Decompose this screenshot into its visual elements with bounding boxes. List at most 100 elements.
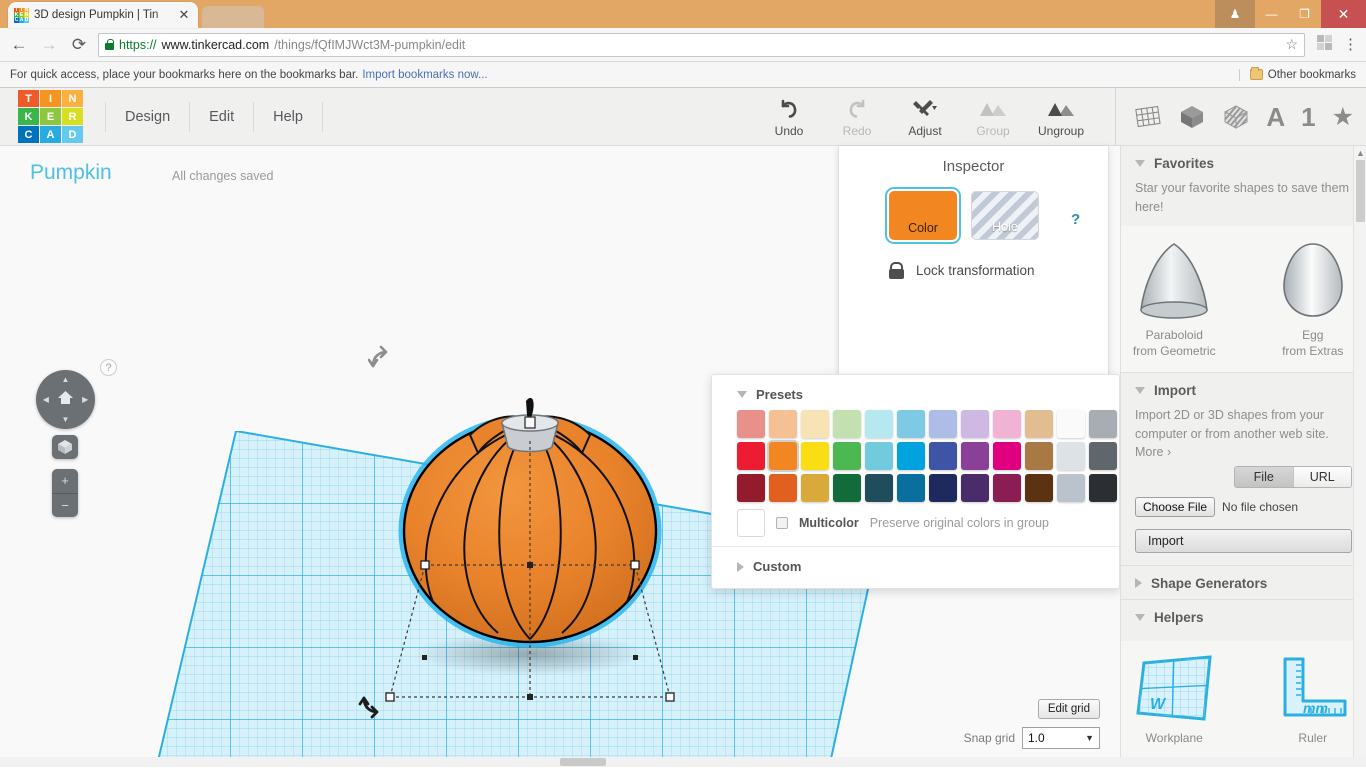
minimize-icon[interactable]: — (1255, 0, 1288, 28)
color-swatch[interactable] (769, 474, 797, 502)
color-swatch[interactable] (1089, 442, 1117, 470)
project-title[interactable]: Pumpkin (30, 161, 112, 185)
pan-down-icon[interactable]: ▼ (62, 415, 70, 424)
reload-icon[interactable]: ⟳ (68, 35, 90, 55)
pan-right-icon[interactable]: ▶ (82, 395, 88, 404)
color-swatch[interactable] (1057, 474, 1085, 502)
pan-up-icon[interactable]: ▲ (62, 375, 70, 384)
zoom-out-button[interactable]: − (52, 494, 78, 518)
inspector-help-icon[interactable]: ? (1071, 211, 1080, 228)
import-bookmarks-link[interactable]: Import bookmarks now... (362, 69, 487, 81)
extension-icon[interactable] (1313, 35, 1335, 55)
custom-header[interactable]: Custom (712, 547, 1119, 582)
group-button[interactable]: Group (959, 90, 1027, 144)
rotate-handle-bottom-icon[interactable] (358, 694, 382, 725)
browser-menu-icon[interactable]: ⋮ (1343, 40, 1358, 49)
address-bar[interactable]: https://www.tinkercad.com/things/fQfIMJW… (98, 33, 1305, 57)
undo-button[interactable]: Undo (755, 90, 823, 144)
redo-button[interactable]: Redo (823, 90, 891, 144)
color-swatch[interactable] (1089, 474, 1117, 502)
color-swatch[interactable] (993, 410, 1021, 438)
snap-grid-select[interactable]: 1.0 ▼ (1022, 727, 1100, 749)
striped-cube-icon[interactable] (1222, 103, 1250, 131)
new-tab-button[interactable] (202, 6, 264, 28)
shape-card-ruler[interactable]: mm Ruler (1246, 651, 1366, 753)
import-button[interactable]: Import (1135, 529, 1352, 553)
view-help-icon[interactable]: ? (100, 359, 117, 376)
color-swatch[interactable] (993, 474, 1021, 502)
import-section-header[interactable]: Import (1121, 373, 1366, 406)
back-arrow-icon[interactable]: ← (8, 35, 30, 55)
color-swatch[interactable] (929, 410, 957, 438)
shape-card-egg[interactable]: Egg from Extras (1246, 236, 1366, 366)
close-window-icon[interactable]: ✕ (1321, 0, 1366, 28)
home-view-icon[interactable] (57, 390, 74, 408)
menu-help[interactable]: Help (254, 102, 323, 132)
color-swatch[interactable] (801, 474, 829, 502)
favorites-star-icon[interactable]: ★ (1332, 102, 1354, 132)
import-url-tab[interactable]: URL (1293, 467, 1352, 487)
pumpkin-model[interactable] (330, 371, 730, 731)
solid-cube-icon[interactable] (1178, 103, 1206, 131)
color-swatch[interactable] (993, 442, 1021, 470)
page-horizontal-scrollbar[interactable] (0, 757, 1366, 767)
color-swatch[interactable] (1025, 442, 1053, 470)
color-swatch[interactable] (1089, 410, 1117, 438)
color-swatch[interactable] (833, 410, 861, 438)
color-swatch[interactable] (737, 474, 765, 502)
pan-left-icon[interactable]: ◀ (43, 395, 49, 404)
zoom-in-button[interactable]: + (52, 469, 78, 494)
color-swatch[interactable] (961, 474, 989, 502)
close-tab-icon[interactable]: ✕ (176, 7, 192, 23)
choose-file-button[interactable]: Choose File (1135, 497, 1215, 517)
adjust-button[interactable]: Adjust (891, 90, 959, 144)
color-swatch[interactable] (961, 442, 989, 470)
scrollbar-thumb[interactable] (1356, 160, 1365, 222)
import-file-tab[interactable]: File (1235, 467, 1293, 487)
color-swatch[interactable] (1025, 474, 1053, 502)
shape-card-workplane[interactable]: W Workplane (1120, 651, 1242, 753)
view-navigation-pad[interactable]: ▲ ◀ ▶ ▼ (36, 370, 95, 429)
favorites-section-header[interactable]: Favorites (1121, 146, 1366, 179)
edit-grid-button[interactable]: Edit grid (1038, 699, 1100, 719)
ungroup-button[interactable]: Ungroup (1027, 90, 1095, 144)
white-swatch[interactable] (737, 509, 765, 537)
color-swatch[interactable] (961, 410, 989, 438)
shape-generators-section-header[interactable]: Shape Generators (1121, 566, 1366, 599)
import-more-link[interactable]: More › (1135, 445, 1352, 459)
color-swatch[interactable] (833, 442, 861, 470)
browser-tab[interactable]: TINKERCAD 3D design Pumpkin | Tin ✕ (8, 2, 198, 28)
menu-edit[interactable]: Edit (190, 102, 254, 132)
user-profile-icon[interactable]: ♟ (1215, 0, 1255, 28)
color-swatch[interactable] (897, 442, 925, 470)
color-swatch[interactable] (801, 410, 829, 438)
scroll-up-icon[interactable]: ▲ (1354, 148, 1366, 158)
maximize-icon[interactable]: ❐ (1288, 0, 1321, 28)
presets-header[interactable]: Presets (712, 375, 1119, 410)
hscrollbar-thumb[interactable] (560, 758, 606, 766)
lock-transformation-row[interactable]: Lock transformation (839, 240, 1108, 279)
color-tab[interactable]: Color (889, 191, 957, 240)
shape-card-paraboloid[interactable]: Paraboloid from Geometric (1120, 236, 1242, 366)
color-swatch[interactable] (833, 474, 861, 502)
bookmark-star-icon[interactable]: ☆ (1285, 36, 1298, 53)
text-letter-icon[interactable]: A (1266, 102, 1285, 133)
forward-arrow-icon[interactable]: → (38, 35, 60, 55)
color-swatch[interactable] (897, 474, 925, 502)
multicolor-checkbox[interactable] (776, 517, 788, 529)
helpers-section-header[interactable]: Helpers (1121, 600, 1366, 633)
fit-view-cube-icon[interactable] (52, 435, 78, 459)
menu-design[interactable]: Design (105, 102, 190, 132)
color-swatch[interactable] (1057, 442, 1085, 470)
color-swatch[interactable] (929, 474, 957, 502)
rotate-handle-top-icon[interactable] (368, 344, 392, 375)
color-swatch[interactable] (769, 442, 797, 470)
number-icon[interactable]: 1 (1301, 102, 1315, 133)
hole-tab[interactable]: Hole (971, 191, 1039, 240)
color-swatch[interactable] (1057, 410, 1085, 438)
color-swatch[interactable] (737, 442, 765, 470)
color-swatch[interactable] (865, 410, 893, 438)
color-swatch[interactable] (865, 474, 893, 502)
color-swatch[interactable] (1025, 410, 1053, 438)
other-bookmarks-folder[interactable]: Other bookmarks (1239, 69, 1356, 81)
